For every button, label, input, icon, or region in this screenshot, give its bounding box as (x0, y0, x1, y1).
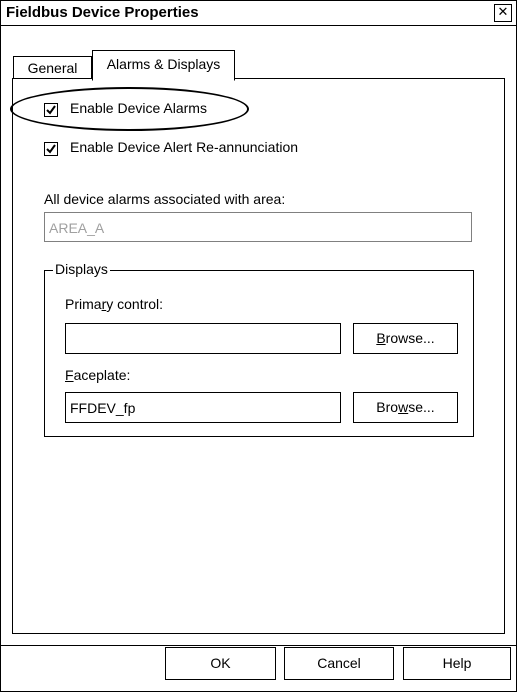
area-label: All device alarms associated with area: (44, 191, 286, 207)
close-icon: ✕ (497, 5, 509, 20)
fieldbus-device-properties-dialog: Fieldbus Device Properties ✕ General Ala… (0, 0, 517, 692)
enable-device-alarms-label[interactable]: Enable Device Alarms (70, 100, 207, 116)
footer-divider (1, 645, 516, 646)
checkmark-icon (46, 105, 56, 115)
cancel-button[interactable]: Cancel (284, 647, 394, 680)
faceplate-input[interactable]: FFDEV_fp (65, 392, 341, 423)
enable-reannunciation-label[interactable]: Enable Device Alert Re-annunciation (70, 139, 298, 155)
faceplate-label: Faceplate: (65, 367, 131, 383)
ok-button[interactable]: OK (165, 647, 276, 680)
title-bar: Fieldbus Device Properties ✕ (1, 1, 516, 26)
primary-control-label: Primary control: (65, 296, 164, 312)
area-field: AREA_A (44, 212, 472, 242)
close-button[interactable]: ✕ (494, 4, 512, 22)
window-title: Fieldbus Device Properties (6, 4, 199, 21)
enable-reannunciation-checkbox[interactable] (44, 142, 58, 156)
primary-control-input[interactable] (65, 323, 341, 354)
primary-control-browse-button[interactable]: Browse... (353, 323, 458, 354)
displays-group-label: Displays (53, 261, 110, 277)
enable-device-alarms-checkbox[interactable] (44, 103, 58, 117)
help-button[interactable]: Help (403, 647, 511, 680)
tab-general[interactable]: General (13, 56, 92, 79)
tab-alarms-displays[interactable]: Alarms & Displays (92, 50, 235, 81)
faceplate-browse-button[interactable]: Browse... (353, 392, 458, 423)
checkmark-icon (46, 144, 56, 154)
